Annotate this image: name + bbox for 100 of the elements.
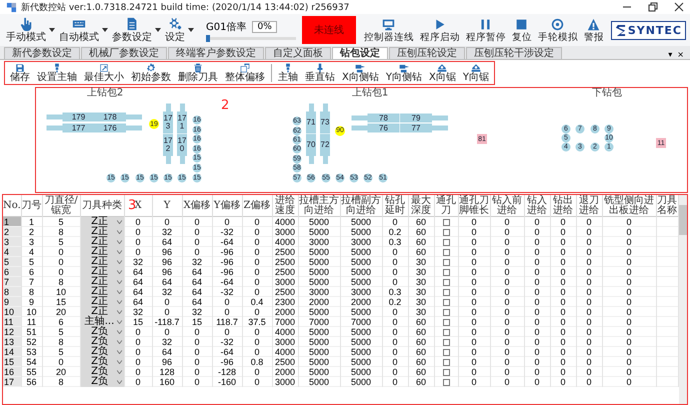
checkbox[interactable] [442, 239, 450, 246]
tool-type-dropdown[interactable]: Z负 [80, 367, 124, 377]
tool-type-dropdown[interactable]: Z正 [80, 307, 124, 317]
caret-icon[interactable] [155, 28, 161, 32]
table-cell: 3000 [340, 237, 382, 247]
row-number[interactable]: 2 [3, 227, 21, 237]
action-button[interactable]: 程序启动 [418, 18, 462, 42]
pane-control[interactable]: ▾ [666, 50, 674, 59]
warning-icon [587, 18, 600, 30]
checkbox[interactable] [442, 339, 450, 346]
row-number[interactable]: 12 [3, 327, 21, 337]
action-button[interactable]: 警报 [582, 18, 606, 42]
checkbox[interactable] [442, 299, 450, 306]
close-icon[interactable] [674, 2, 684, 12]
tool-type-dropdown[interactable]: Z正 [80, 267, 124, 277]
row-number[interactable]: 16 [3, 367, 21, 377]
action-button[interactable]: 复位 [510, 18, 534, 42]
table-cell: 64 [152, 237, 182, 247]
scrollbar[interactable] [679, 195, 687, 404]
row-number[interactable]: 8 [3, 287, 21, 297]
restore-icon[interactable] [648, 2, 658, 12]
row-number[interactable]: 9 [3, 297, 21, 307]
tab[interactable]: 机械厂参数设定 [81, 47, 167, 59]
mode-button[interactable]: 自动模式 [57, 17, 101, 43]
row-number[interactable]: 5 [3, 257, 21, 267]
table-cell: 0 [124, 217, 152, 227]
tab[interactable]: 钻包设定 [332, 47, 388, 59]
checkbox[interactable] [442, 349, 450, 356]
row-number[interactable]: 7 [3, 277, 21, 287]
row-number[interactable]: 14 [3, 347, 21, 357]
checkbox[interactable] [442, 319, 450, 326]
table-cell: 0 [458, 277, 490, 287]
tool-button[interactable]: X向锯 [426, 63, 459, 83]
tool-button[interactable]: Y向侧钻 [382, 63, 425, 83]
tool-button[interactable]: Y向锯 [460, 63, 492, 83]
checkbox[interactable] [442, 249, 450, 256]
tool-type-dropdown[interactable]: Z正 [80, 277, 124, 287]
tool-button[interactable]: 储存 [7, 63, 33, 83]
row-number[interactable]: 17 [3, 377, 21, 387]
checkbox[interactable] [442, 229, 450, 236]
row-number[interactable]: 15 [3, 357, 21, 367]
row-number[interactable]: 11 [3, 317, 21, 327]
checkbox[interactable] [442, 359, 450, 366]
tool-type-dropdown[interactable]: Z正 [80, 237, 124, 247]
row-number[interactable]: 6 [3, 267, 21, 277]
caret-icon[interactable] [49, 28, 55, 32]
mode-button[interactable]: 设定 [163, 17, 187, 43]
pane-control[interactable]: × [675, 50, 686, 59]
table-cell: 8 [21, 287, 42, 297]
tool-type-dropdown[interactable]: Z正 [80, 247, 124, 257]
slider-thumb[interactable] [206, 35, 210, 42]
checkbox[interactable] [442, 289, 450, 296]
tool-type-dropdown[interactable]: Z正 [80, 287, 124, 297]
tab[interactable]: 新代参数设定 [4, 47, 80, 59]
tool-type-dropdown[interactable]: Z负 [80, 377, 124, 387]
tool-type-dropdown[interactable]: Z正 [80, 217, 124, 227]
tool-type-dropdown[interactable]: Z负 [80, 327, 124, 337]
column-header: 进给速度 [272, 195, 298, 217]
checkbox[interactable] [442, 219, 450, 226]
tool-button[interactable]: 垂直钻 [302, 63, 338, 83]
tool-button[interactable]: 设置主轴 [34, 63, 80, 83]
tool-button[interactable]: 最佳大小 [81, 63, 127, 83]
checkbox[interactable] [442, 309, 450, 316]
table-cell: 5000 [298, 347, 340, 357]
action-button[interactable]: 手轮模拟 [536, 18, 580, 42]
action-button[interactable]: 程序暂停 [464, 18, 508, 42]
tool-type-dropdown[interactable]: Z负 [80, 347, 124, 357]
caret-icon[interactable] [102, 28, 108, 32]
row-number[interactable]: 3 [3, 237, 21, 247]
mode-button[interactable]: 参数设定 [110, 17, 154, 43]
checkbox[interactable] [442, 369, 450, 376]
tool-type-dropdown[interactable]: Z负 [80, 357, 124, 367]
table-cell: 0 [524, 307, 550, 317]
row-number[interactable]: 10 [3, 307, 21, 317]
checkbox[interactable] [442, 269, 450, 276]
tool-button[interactable]: X向侧钻 [339, 63, 382, 83]
caret-icon[interactable] [188, 28, 194, 32]
tool-type-dropdown[interactable]: Z正 [80, 257, 124, 267]
tool-type-dropdown[interactable]: 主轴... [80, 317, 124, 327]
row-number[interactable]: 1 [3, 217, 21, 227]
tool-type-dropdown[interactable]: Z负 [80, 337, 124, 347]
row-number[interactable]: 4 [3, 247, 21, 257]
tool-button[interactable]: 主轴 [275, 63, 301, 83]
tool-button[interactable]: 整体偏移 [222, 63, 268, 83]
tab[interactable]: 压刨压轮设定 [389, 47, 465, 59]
mode-button[interactable]: 手动模式 [4, 17, 48, 43]
checkbox[interactable] [442, 279, 450, 286]
tab[interactable]: 压刨压轮干涉设定 [466, 47, 562, 59]
checkbox[interactable] [442, 329, 450, 336]
tool-type-dropdown[interactable]: Z正 [80, 297, 124, 307]
action-button[interactable]: 控制器连线 [362, 18, 416, 42]
row-number[interactable]: 13 [3, 337, 21, 347]
checkbox[interactable] [442, 259, 450, 266]
tool-button[interactable]: 删除刀具 [175, 63, 221, 83]
tool-type-dropdown[interactable]: Z正 [80, 227, 124, 237]
table-cell: 5000 [298, 357, 340, 367]
tool-button[interactable]: 初始参数 [128, 63, 174, 83]
tab[interactable]: 自定义面板 [265, 47, 331, 59]
checkbox[interactable] [442, 379, 450, 386]
tab[interactable]: 终端客户参数设定 [168, 47, 264, 59]
